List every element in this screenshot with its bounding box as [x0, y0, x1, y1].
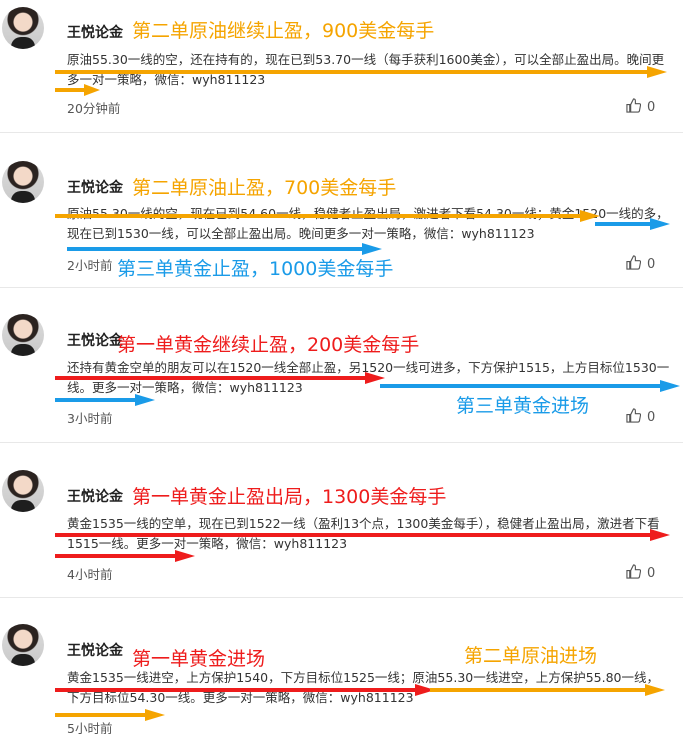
- annotation-arrow: [430, 684, 665, 696]
- post-item: 王悦论金 黄金1535一线的空单，现在已到1522一线（盈利13个点，1300美…: [0, 443, 683, 597]
- annotation-arrow: [55, 66, 667, 78]
- annotation-label: 第二单原油止盈，700美金每手: [132, 177, 397, 199]
- annotation-arrow: [55, 529, 670, 541]
- like-count: 0: [647, 256, 656, 272]
- avatar[interactable]: [2, 161, 44, 203]
- post-item: 王悦论金 原油55.30一线的空，现在已到54.60一线，稳健者止盈出局，激进者…: [0, 133, 683, 287]
- annotation-arrow: [67, 243, 382, 255]
- annotation-label: 第一单黄金止盈出局，1300美金每手: [132, 486, 447, 508]
- thumbs-up-icon: [626, 97, 642, 117]
- author-name[interactable]: 王悦论金: [67, 22, 123, 42]
- annotation-label: 第一单黄金进场: [132, 648, 266, 670]
- annotation-label: 第一单黄金继续止盈，200美金每手: [117, 334, 420, 356]
- annotation-arrow: [55, 684, 435, 696]
- like-button[interactable]: 0: [626, 254, 662, 274]
- post-time: 4小时前: [67, 567, 113, 582]
- author-name[interactable]: 王悦论金: [67, 330, 123, 350]
- annotation-label: 第三单黄金止盈，1000美金每手: [117, 258, 394, 280]
- author-name[interactable]: 王悦论金: [67, 486, 123, 506]
- thumbs-up-icon: [626, 563, 642, 583]
- author-name[interactable]: 王悦论金: [67, 177, 123, 197]
- like-button[interactable]: 0: [626, 407, 662, 427]
- annotation-arrow: [55, 394, 155, 406]
- annotation-arrow: [595, 218, 670, 230]
- thumbs-up-icon: [626, 407, 642, 427]
- annotation-arrow: [55, 372, 385, 384]
- post-time: 2小时前: [67, 258, 113, 273]
- post-item: 王悦论金 还持有黄金空单的朋友可以在1520一线全部止盈，另1520一线可进多，…: [0, 288, 683, 442]
- like-count: 0: [647, 409, 656, 425]
- like-count: 0: [647, 565, 656, 581]
- annotation-arrow: [55, 709, 165, 721]
- post-time: 3小时前: [67, 411, 113, 426]
- like-button[interactable]: 0: [626, 563, 662, 583]
- post-item: 王悦论金 黄金1535一线进空，上方保护1540，下方目标位1525一线；原油5…: [0, 598, 683, 743]
- thumbs-up-icon: [626, 254, 642, 274]
- annotation-label: 第二单原油继续止盈，900美金每手: [132, 20, 435, 42]
- annotation-arrow: [55, 84, 100, 96]
- annotation-label: 第二单原油进场: [464, 645, 598, 667]
- author-name[interactable]: 王悦论金: [67, 640, 123, 660]
- avatar[interactable]: [2, 624, 44, 666]
- like-count: 0: [647, 99, 656, 115]
- annotation-label: 第三单黄金进场: [456, 395, 590, 417]
- post-time: 20分钟前: [67, 101, 121, 116]
- avatar[interactable]: [2, 7, 44, 49]
- annotation-arrow: [55, 210, 600, 222]
- annotation-arrow: [55, 550, 195, 562]
- avatar[interactable]: [2, 470, 44, 512]
- annotation-arrow: [380, 380, 680, 392]
- post-item: 王悦论金 原油55.30一线的空，还在持有的，现在已到53.70一线（每手获利1…: [0, 0, 683, 132]
- avatar[interactable]: [2, 314, 44, 356]
- like-button[interactable]: 0: [626, 97, 662, 117]
